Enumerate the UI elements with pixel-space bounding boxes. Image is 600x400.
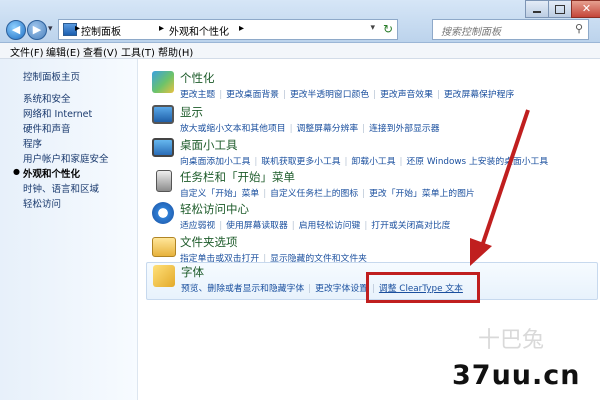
watermark-faint: 十巴兔	[478, 328, 545, 353]
arrow-head	[470, 238, 492, 266]
arrow-shaft	[478, 109, 530, 253]
watermark-brand: 37uu.cn	[452, 360, 581, 391]
